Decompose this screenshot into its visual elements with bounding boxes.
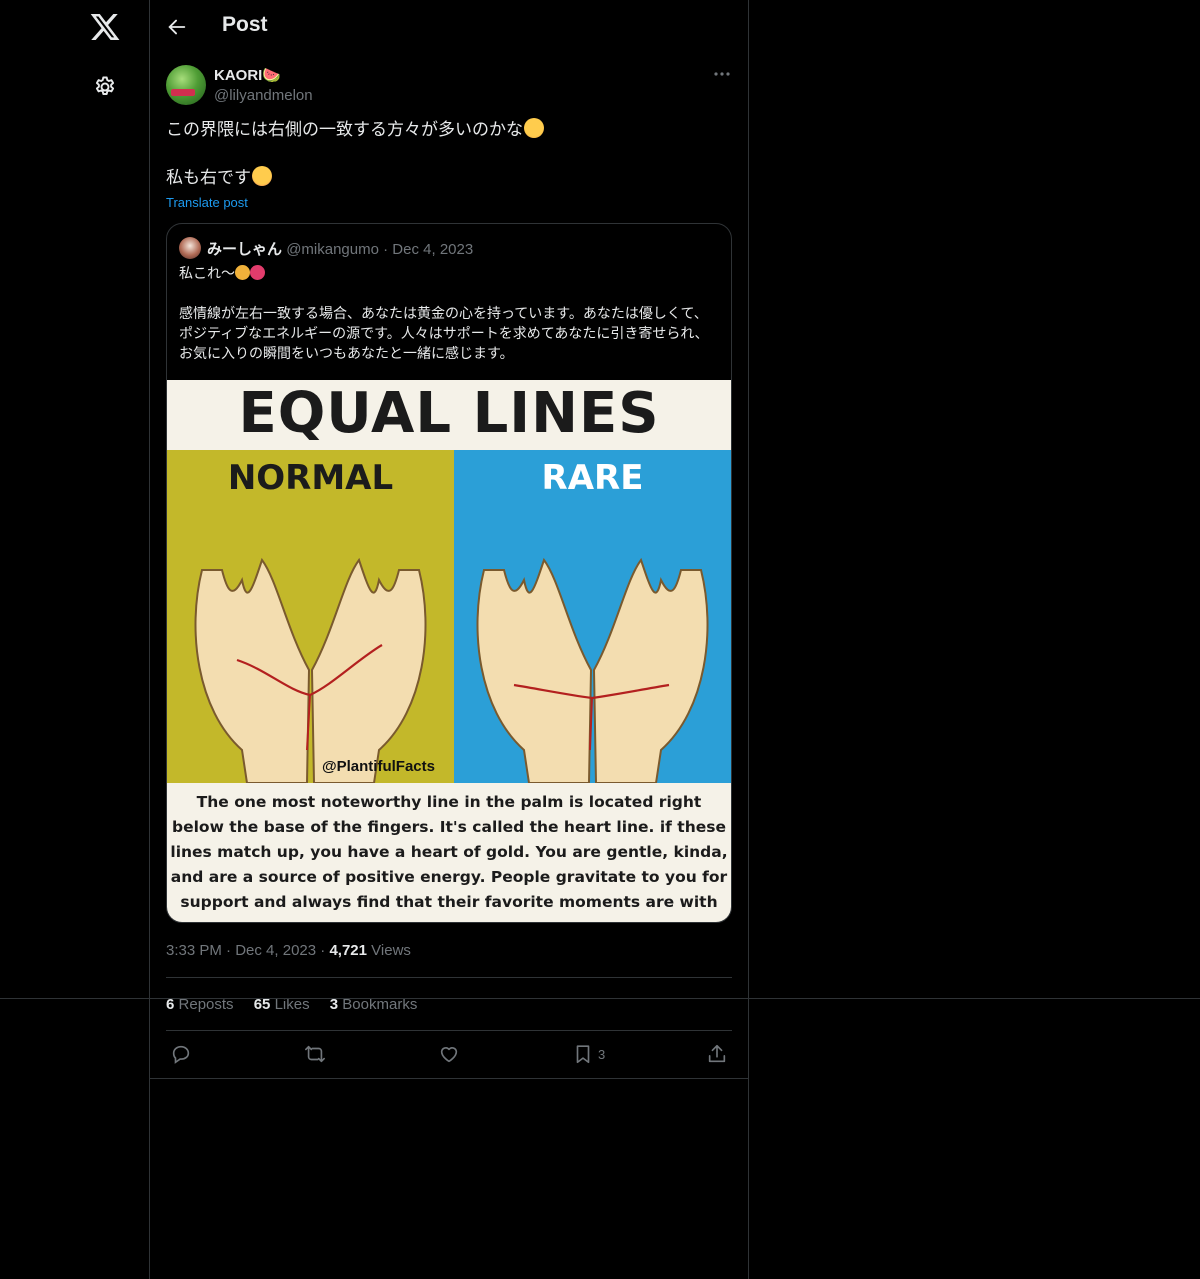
author-name[interactable]: KAORI🍉 xyxy=(214,66,281,84)
post-text-line: この界隈には右側の一致する方々が多いのかな xyxy=(166,120,523,140)
back-arrow-icon[interactable] xyxy=(166,16,188,38)
share-icon[interactable] xyxy=(706,1043,728,1065)
quoted-avatar xyxy=(179,237,201,259)
post-text: この界隈には右側の一致する方々が多いのかな 私も右です xyxy=(166,118,732,190)
star-struck-emoji-icon xyxy=(524,118,544,138)
rare-panel: RARE xyxy=(454,450,731,783)
quoted-media-image[interactable]: EQUAL LINES NORMAL @PlantifulFacts RARE xyxy=(167,380,731,922)
repost-icon[interactable] xyxy=(304,1043,326,1065)
x-logo-icon[interactable] xyxy=(89,11,121,43)
bookmark-icon[interactable] xyxy=(572,1043,594,1065)
divider xyxy=(166,977,732,978)
divider xyxy=(166,1030,732,1031)
avatar[interactable] xyxy=(166,65,206,105)
main-column: Post KAORI🍉 @lilyandmelon この界隈には右側の一致する方… xyxy=(149,0,749,1279)
media-title: EQUAL LINES xyxy=(238,381,660,446)
left-nav xyxy=(0,0,150,1279)
like-icon[interactable] xyxy=(438,1043,460,1065)
post-actions: 3 xyxy=(166,1043,732,1067)
rare-label: RARE xyxy=(541,458,644,498)
author-handle[interactable]: @lilyandmelon xyxy=(214,87,313,104)
media-caption: The one most noteworthy line in the palm… xyxy=(170,793,728,922)
normal-panel: NORMAL @PlantifulFacts xyxy=(167,450,454,783)
quoted-author-name: みーしゃん xyxy=(207,240,283,258)
quoted-text: 私これ〜 感情線が左右一致する場合、あなたは黄金の心を持っています。あなたは優し… xyxy=(179,264,719,364)
more-options-icon[interactable] xyxy=(712,64,732,84)
views-label: Views xyxy=(371,942,411,959)
media-watermark: @PlantifulFacts xyxy=(322,758,435,775)
post-metadata: 3:33 PM · Dec 4, 2023 · 4,721 Views xyxy=(166,942,411,959)
post-header: Post xyxy=(150,0,748,55)
post-time[interactable]: 3:33 PM xyxy=(166,942,222,959)
person-raising-hand-emoji-icon xyxy=(235,265,250,280)
normal-label: NORMAL xyxy=(227,458,394,498)
quoted-text-line: 私これ〜 xyxy=(179,266,235,282)
post-text-line: 私も右です xyxy=(166,168,251,188)
translate-post-link[interactable]: Translate post xyxy=(166,195,248,210)
two-hearts-emoji-icon xyxy=(250,265,265,280)
views-count: 4,721 xyxy=(329,942,367,959)
post-author: KAORI🍉 @lilyandmelon xyxy=(166,64,732,108)
quoted-text-body: 感情線が左右一致する場合、あなたは黄金の心を持っています。あなたは優しくて、ポジ… xyxy=(179,306,709,362)
quoted-post-header: みーしゃん @mikangumo · Dec 4, 2023 xyxy=(179,237,473,259)
reply-icon[interactable] xyxy=(170,1043,192,1065)
gear-icon[interactable] xyxy=(93,75,117,99)
divider xyxy=(150,1078,748,1079)
cupped-hands-illustration xyxy=(476,557,709,783)
post-date[interactable]: Dec 4, 2023 xyxy=(235,942,316,959)
overlay-line xyxy=(0,998,1200,999)
quoted-author-handle: @mikangumo xyxy=(286,241,379,258)
separator-dot: · xyxy=(383,241,389,258)
quoted-date: Dec 4, 2023 xyxy=(392,241,474,258)
bookmark-count: 3 xyxy=(598,1047,606,1062)
smiling-hearts-emoji-icon xyxy=(252,166,272,186)
quoted-post[interactable]: みーしゃん @mikangumo · Dec 4, 2023 私これ〜 感情線が… xyxy=(166,223,732,923)
cupped-hands-illustration xyxy=(194,557,427,783)
page-title: Post xyxy=(222,13,268,36)
